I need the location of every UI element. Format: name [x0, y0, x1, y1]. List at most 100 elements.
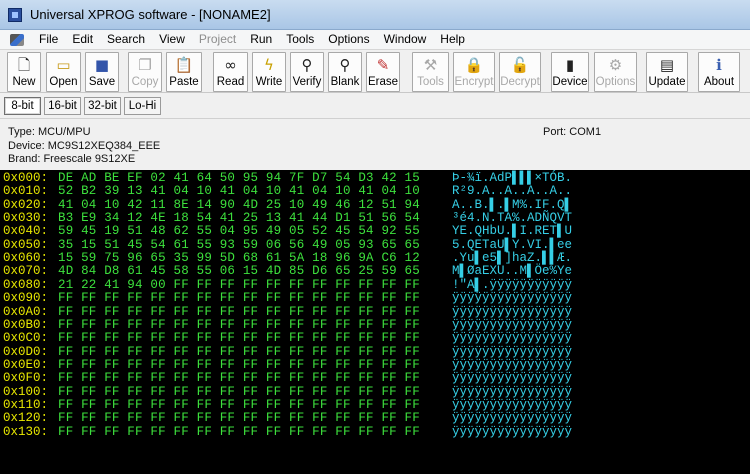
hex-row[interactable]: 0x110: FF FF FF FF FF FF FF FF FF FF FF F…	[0, 398, 750, 412]
menu-tools[interactable]: Tools	[279, 30, 321, 49]
menu-search[interactable]: Search	[100, 30, 152, 49]
hex-bytes[interactable]: FF FF FF FF FF FF FF FF FF FF FF FF FF F…	[58, 425, 420, 439]
menu-file[interactable]: File	[32, 30, 65, 49]
hex-address: 0x050:	[3, 237, 49, 252]
copy-button[interactable]: ❐ Copy	[128, 52, 162, 92]
hex-bytes[interactable]: B3 E9 34 12 4E 18 54 41 25 13 41 44 D1 5…	[58, 211, 420, 225]
hex-ascii[interactable]: ÿÿÿÿÿÿÿÿÿÿÿÿÿÿÿÿ	[452, 425, 572, 439]
port-label: Port: COM1	[543, 126, 602, 138]
hex-ascii[interactable]: 5.QETaU▌Y.VI.▌ee	[452, 238, 572, 252]
hex-bytes[interactable]: 59 45 19 51 48 62 55 04 95 49 05 52 45 5…	[58, 224, 420, 238]
hex-ascii[interactable]: ÿÿÿÿÿÿÿÿÿÿÿÿÿÿÿÿ	[452, 411, 572, 425]
hex-row[interactable]: 0x130: FF FF FF FF FF FF FF FF FF FF FF F…	[0, 425, 750, 439]
title-bar[interactable]: Universal XPROG software - [NONAME2]	[0, 0, 750, 30]
hex-bytes[interactable]: FF FF FF FF FF FF FF FF FF FF FF FF FF F…	[58, 318, 420, 332]
verify-button[interactable]: ⚲ Verify	[290, 52, 324, 92]
hex-ascii[interactable]: ÿÿÿÿÿÿÿÿÿÿÿÿÿÿÿÿ	[452, 331, 572, 345]
hex-row[interactable]: 0x070: 4D 84 D8 61 45 58 55 06 15 4D 85 D…	[0, 264, 750, 278]
about-icon: ℹ	[716, 56, 722, 74]
menu-help[interactable]: Help	[433, 30, 472, 49]
device-button[interactable]: ▮ Device	[551, 52, 589, 92]
hex-ascii[interactable]: ÿÿÿÿÿÿÿÿÿÿÿÿÿÿÿÿ	[452, 318, 572, 332]
mdi-system-menu-icon[interactable]	[10, 33, 24, 46]
hex-editor[interactable]: 0x000: DE AD BE EF 02 41 64 50 95 94 7F D…	[0, 170, 750, 474]
hex-ascii[interactable]: ÿÿÿÿÿÿÿÿÿÿÿÿÿÿÿÿ	[452, 371, 572, 385]
hex-bytes[interactable]: 35 15 51 45 54 61 55 93 59 06 56 49 05 9…	[58, 238, 420, 252]
hex-row[interactable]: 0x090: FF FF FF FF FF FF FF FF FF FF FF F…	[0, 291, 750, 305]
menu-project[interactable]: Project	[192, 30, 243, 49]
erase-button[interactable]: ✎ Erase	[366, 52, 400, 92]
menu-window[interactable]: Window	[377, 30, 434, 49]
open-button[interactable]: ▭ Open	[46, 52, 81, 92]
decrypt-button[interactable]: 🔓 Decrypt	[499, 52, 541, 92]
hex-ascii[interactable]: ÿÿÿÿÿÿÿÿÿÿÿÿÿÿÿÿ	[452, 358, 572, 372]
hex-bytes[interactable]: FF FF FF FF FF FF FF FF FF FF FF FF FF F…	[58, 305, 420, 319]
copy-icon: ❐	[138, 56, 152, 74]
menu-options[interactable]: Options	[321, 30, 376, 49]
menu-run[interactable]: Run	[243, 30, 279, 49]
hex-bytes[interactable]: FF FF FF FF FF FF FF FF FF FF FF FF FF F…	[58, 371, 420, 385]
hex-row[interactable]: 0x120: FF FF FF FF FF FF FF FF FF FF FF F…	[0, 411, 750, 425]
hex-bytes[interactable]: FF FF FF FF FF FF FF FF FF FF FF FF FF F…	[58, 385, 420, 399]
hex-ascii[interactable]: !"A▌.ÿÿÿÿÿÿÿÿÿÿÿ	[452, 278, 572, 292]
hex-bytes[interactable]: 21 22 41 94 00 FF FF FF FF FF FF FF FF F…	[58, 278, 420, 292]
hex-ascii[interactable]: ÿÿÿÿÿÿÿÿÿÿÿÿÿÿÿÿ	[452, 385, 572, 399]
hex-address: 0x040:	[3, 224, 49, 239]
hex-ascii[interactable]: Þ-¾ï.AdP▌▌▌×TÓB.	[452, 171, 572, 185]
hex-ascii[interactable]: .Yu▌e5▌]haZ.▌▌Æ.	[452, 251, 572, 265]
save-button[interactable]: ■ Save	[85, 52, 119, 92]
hex-row[interactable]: 0x0C0: FF FF FF FF FF FF FF FF FF FF FF F…	[0, 331, 750, 345]
update-button[interactable]: ▤ Update	[646, 52, 688, 92]
hex-row[interactable]: 0x020: 41 04 10 42 11 8E 14 90 4D 25 10 4…	[0, 198, 750, 212]
hex-ascii[interactable]: ÿÿÿÿÿÿÿÿÿÿÿÿÿÿÿÿ	[452, 305, 572, 319]
hex-bytes[interactable]: 15 59 75 96 65 35 99 5D 68 61 5A 18 96 9…	[58, 251, 420, 265]
hex-row[interactable]: 0x080: 21 22 41 94 00 FF FF FF FF FF FF F…	[0, 278, 750, 292]
hex-ascii[interactable]: A..B.▌.▌M%.IF.Q▌	[452, 198, 572, 212]
hex-bytes[interactable]: DE AD BE EF 02 41 64 50 95 94 7F D7 54 D…	[58, 171, 420, 185]
hex-row[interactable]: 0x0B0: FF FF FF FF FF FF FF FF FF FF FF F…	[0, 318, 750, 332]
hex-bytes[interactable]: FF FF FF FF FF FF FF FF FF FF FF FF FF F…	[58, 358, 420, 372]
hex-bytes[interactable]: FF FF FF FF FF FF FF FF FF FF FF FF FF F…	[58, 291, 420, 305]
hex-bytes[interactable]: FF FF FF FF FF FF FF FF FF FF FF FF FF F…	[58, 331, 420, 345]
tab-16-bit[interactable]: 16-bit	[44, 97, 81, 115]
tab-lo-hi[interactable]: Lo-Hi	[124, 97, 161, 115]
hex-row[interactable]: 0x0F0: FF FF FF FF FF FF FF FF FF FF FF F…	[0, 371, 750, 385]
hex-bytes[interactable]: 52 B2 39 13 41 04 10 41 04 10 41 04 10 4…	[58, 184, 420, 198]
hex-row[interactable]: 0x030: B3 E9 34 12 4E 18 54 41 25 13 41 4…	[0, 211, 750, 225]
hex-ascii[interactable]: YE.QHbU.▌I.RET▌U	[452, 224, 572, 238]
hex-bytes[interactable]: FF FF FF FF FF FF FF FF FF FF FF FF FF F…	[58, 411, 420, 425]
encrypt-button[interactable]: 🔒 Encrypt	[453, 52, 495, 92]
blank-button[interactable]: ⚲ Blank	[328, 52, 362, 92]
hex-row[interactable]: 0x0D0: FF FF FF FF FF FF FF FF FF FF FF F…	[0, 345, 750, 359]
hex-ascii[interactable]: ÿÿÿÿÿÿÿÿÿÿÿÿÿÿÿÿ	[452, 291, 572, 305]
tab-8-bit[interactable]: 8-bit	[4, 97, 41, 115]
hex-row[interactable]: 0x0E0: FF FF FF FF FF FF FF FF FF FF FF F…	[0, 358, 750, 372]
menu-edit[interactable]: Edit	[65, 30, 100, 49]
hex-bytes[interactable]: 41 04 10 42 11 8E 14 90 4D 25 10 49 46 1…	[58, 198, 420, 212]
hex-bytes[interactable]: FF FF FF FF FF FF FF FF FF FF FF FF FF F…	[58, 398, 420, 412]
hex-row[interactable]: 0x000: DE AD BE EF 02 41 64 50 95 94 7F D…	[0, 171, 750, 185]
hex-row[interactable]: 0x010: 52 B2 39 13 41 04 10 41 04 10 41 0…	[0, 184, 750, 198]
hex-bytes[interactable]: FF FF FF FF FF FF FF FF FF FF FF FF FF F…	[58, 345, 420, 359]
hex-ascii[interactable]: ÿÿÿÿÿÿÿÿÿÿÿÿÿÿÿÿ	[452, 398, 572, 412]
paste-button[interactable]: 📋 Paste	[166, 52, 202, 92]
hex-row[interactable]: 0x050: 35 15 51 45 54 61 55 93 59 06 56 4…	[0, 237, 750, 252]
hex-row[interactable]: 0x040: 59 45 19 51 48 62 55 04 95 49 05 5…	[0, 224, 750, 239]
tools-button[interactable]: ⚒ Tools	[412, 52, 449, 92]
write-button[interactable]: ϟ Write	[252, 52, 286, 92]
hex-ascii[interactable]: ÿÿÿÿÿÿÿÿÿÿÿÿÿÿÿÿ	[452, 345, 572, 359]
menu-view[interactable]: View	[152, 30, 192, 49]
tab-32-bit[interactable]: 32-bit	[84, 97, 121, 115]
hex-ascii[interactable]: R²9.A..A..A..A..	[452, 184, 572, 198]
hex-row[interactable]: 0x060: 15 59 75 96 65 35 99 5D 68 61 5A 1…	[0, 251, 750, 265]
hex-bytes[interactable]: 4D 84 D8 61 45 58 55 06 15 4D 85 D6 65 2…	[58, 264, 420, 278]
hex-row[interactable]: 0x100: FF FF FF FF FF FF FF FF FF FF FF F…	[0, 385, 750, 399]
new-button[interactable]: 🗋 New	[7, 52, 41, 92]
read-button[interactable]: ∞ Read	[213, 52, 248, 92]
save-disk-icon: ■	[94, 56, 110, 74]
about-button[interactable]: ℹ About	[698, 52, 740, 92]
hex-ascii[interactable]: M▌ØaEXU..M▌Öe%Ye	[452, 264, 572, 278]
hex-row[interactable]: 0x0A0: FF FF FF FF FF FF FF FF FF FF FF F…	[0, 305, 750, 319]
hex-ascii[interactable]: ³é4.N.TA%.ADÑQVT	[452, 211, 572, 225]
options-button[interactable]: ⚙ Options	[594, 52, 637, 92]
